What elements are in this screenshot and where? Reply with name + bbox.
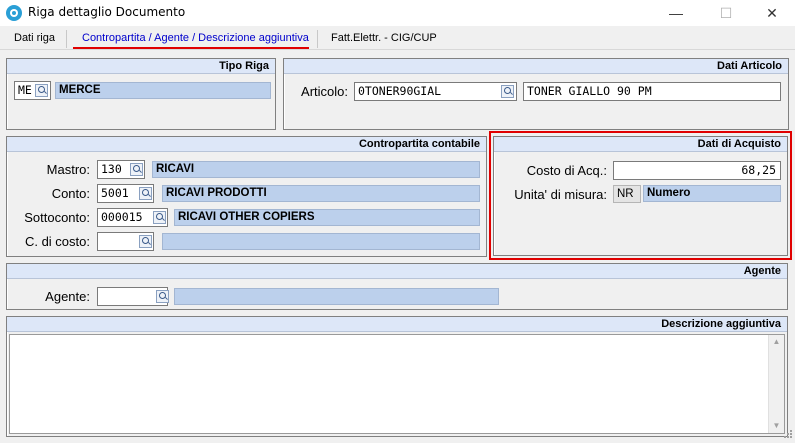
conto-label: Conto: — [51, 186, 90, 201]
agente-header: Agente — [7, 264, 787, 279]
descrizione-aggiuntiva-panel: Descrizione aggiuntiva ▲ ▼ — [6, 316, 788, 437]
conto-lookup-icon[interactable] — [139, 187, 152, 200]
mastro-label: Mastro: — [46, 162, 90, 177]
articolo-label: Articolo: — [301, 84, 348, 99]
vertical-scrollbar[interactable]: ▲ ▼ — [768, 335, 784, 433]
articolo-lookup-icon[interactable] — [501, 85, 514, 98]
maximize-button[interactable]: ☐ — [703, 0, 749, 26]
centro-costo-lookup-icon[interactable] — [139, 235, 152, 248]
sottoconto-description: RICAVI OTHER COPIERS — [174, 209, 480, 226]
tab-separator — [66, 30, 67, 48]
mastro-description: RICAVI — [152, 161, 480, 178]
sottoconto-label: Sottoconto: — [24, 210, 90, 225]
conto-description: RICAVI PRODOTTI — [162, 185, 480, 202]
centro-costo-label: C. di costo: — [24, 234, 90, 249]
active-tab-underline — [73, 47, 309, 49]
tipo-riga-lookup-icon[interactable] — [35, 84, 48, 97]
contropartita-panel: Contropartita contabile Mastro: 130 RICA… — [6, 136, 487, 257]
window-title: Riga dettaglio Documento — [28, 5, 186, 19]
centro-costo-description — [162, 233, 480, 250]
close-button[interactable]: ✕ — [749, 0, 795, 26]
app-icon — [6, 5, 22, 21]
descrizione-aggiuntiva-header: Descrizione aggiuntiva — [7, 317, 787, 332]
title-bar: Riga dettaglio Documento — ☐ ✕ — [0, 0, 795, 26]
descrizione-aggiuntiva-textarea[interactable]: ▲ ▼ — [9, 334, 785, 434]
tab-separator — [317, 30, 318, 48]
resize-grip-icon[interactable] — [781, 429, 793, 441]
tab-contropartita[interactable]: Contropartita / Agente / Descrizione agg… — [82, 30, 309, 48]
minimize-button[interactable]: — — [653, 0, 699, 26]
articolo-description-field[interactable]: TONER GIALLO 90 PM — [523, 82, 781, 101]
agente-description — [174, 288, 499, 305]
tab-dati-riga[interactable]: Dati riga — [14, 30, 55, 48]
contropartita-header: Contropartita contabile — [7, 137, 486, 152]
agente-lookup-icon[interactable] — [156, 290, 169, 303]
highlight-box — [489, 131, 792, 260]
mastro-lookup-icon[interactable] — [130, 163, 143, 176]
dati-articolo-header: Dati Articolo — [284, 59, 788, 74]
scroll-up-icon[interactable]: ▲ — [769, 335, 784, 349]
tab-fatt-elettr[interactable]: Fatt.Elettr. - CIG/CUP — [331, 30, 437, 48]
tipo-riga-panel: Tipo Riga ME MERCE — [6, 58, 276, 130]
articolo-code-field[interactable]: 0TONER90GIAL — [354, 82, 517, 101]
tipo-riga-description: MERCE — [55, 82, 271, 99]
tipo-riga-header: Tipo Riga — [7, 59, 275, 74]
agente-label: Agente: — [45, 289, 90, 304]
agente-panel: Agente Agente: — [6, 263, 788, 310]
dati-articolo-panel: Dati Articolo Articolo: 0TONER90GIAL TON… — [283, 58, 789, 130]
sottoconto-lookup-icon[interactable] — [153, 211, 166, 224]
